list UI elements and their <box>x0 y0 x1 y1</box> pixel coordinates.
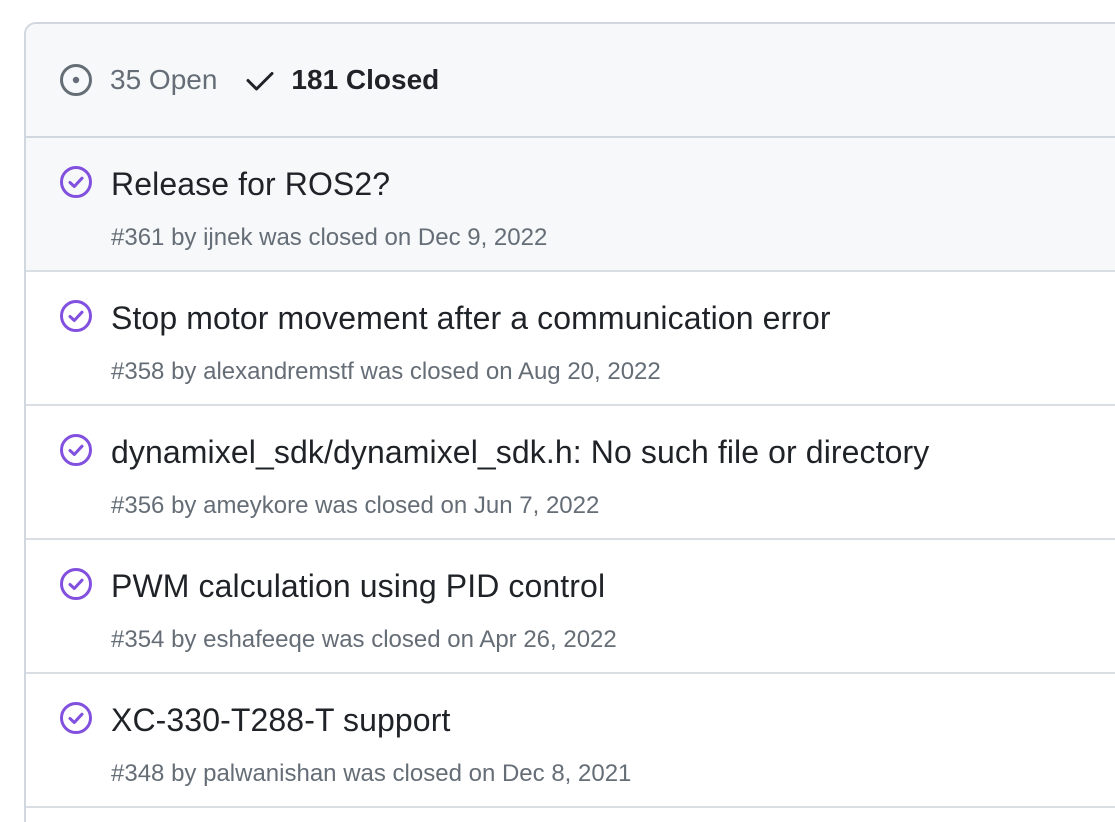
issue-title-link[interactable]: PWM calculation using PID control <box>111 568 605 605</box>
issue-by-text: by <box>171 492 197 519</box>
issue-title-link[interactable]: dynamixel_sdk/dynamixel_sdk.h: No such f… <box>111 434 929 471</box>
issue-number: #354 <box>111 626 165 653</box>
issue-by-text: by <box>171 626 197 653</box>
issue-by-text: by <box>171 760 197 787</box>
issue-closed-date: Apr 26, 2022 <box>479 626 617 653</box>
issue-closed-text: was closed on <box>259 224 412 251</box>
issue-number: #348 <box>111 760 165 787</box>
issue-closed-date: Jun 7, 2022 <box>473 492 600 519</box>
check-icon <box>245 65 275 95</box>
closed-issues-count: 181 Closed <box>291 64 440 95</box>
issue-row[interactable]: PWM calculation using PID control #354 b… <box>26 540 1115 674</box>
issue-row[interactable]: Release for ROS2? #361 by ijnek was clos… <box>26 138 1115 272</box>
issue-number: #361 <box>111 224 165 251</box>
issue-closed-date: Dec 8, 2021 <box>501 760 632 787</box>
issue-author-link[interactable]: ameykore <box>203 492 308 519</box>
issue-closed-icon <box>59 701 93 735</box>
issue-closed-text: was closed on <box>315 492 468 519</box>
issue-author-link[interactable]: alexandremstf <box>203 358 354 385</box>
issues-filter-header: 35 Open 181 Closed <box>26 24 1115 138</box>
issue-by-text: by <box>171 224 197 251</box>
issue-meta: #361 by ijnek was closed on Dec 9, 2022 <box>111 224 547 252</box>
issue-meta: #348 by palwanishan was closed on Dec 8,… <box>111 760 631 788</box>
issue-number: #356 <box>111 492 165 519</box>
issue-number: #358 <box>111 358 165 385</box>
issue-meta: #358 by alexandremstf was closed on Aug … <box>111 358 661 386</box>
issue-title-link[interactable]: Stop motor movement after a communicatio… <box>111 300 831 337</box>
issue-list: Release for ROS2? #361 by ijnek was clos… <box>26 138 1115 808</box>
issue-title-link[interactable]: Release for ROS2? <box>111 166 390 203</box>
issue-meta: #354 by eshafeeqe was closed on Apr 26, … <box>111 626 617 654</box>
issue-row[interactable]: dynamixel_sdk/dynamixel_sdk.h: No such f… <box>26 406 1115 540</box>
issue-closed-date: Aug 20, 2022 <box>517 358 661 385</box>
issue-closed-date: Dec 9, 2022 <box>417 224 548 251</box>
issue-closed-icon <box>59 299 93 333</box>
open-issues-count: 35 Open <box>110 64 218 95</box>
issue-title-link[interactable]: XC-330-T288-T support <box>111 702 450 739</box>
issue-meta: #356 by ameykore was closed on Jun 7, 20… <box>111 492 599 520</box>
issue-author-link[interactable]: ijnek <box>203 224 252 251</box>
issue-closed-icon <box>59 567 93 601</box>
issue-row[interactable]: Stop motor movement after a communicatio… <box>26 272 1115 406</box>
issue-row[interactable]: XC-330-T288-T support #348 by palwanisha… <box>26 674 1115 808</box>
open-issues-filter[interactable]: 35 Open <box>59 63 217 97</box>
issue-closed-icon <box>59 165 93 199</box>
issues-list-box: 35 Open 181 Closed Release for ROS2? #36… <box>24 22 1115 822</box>
closed-issues-filter[interactable]: 181 Closed <box>245 64 439 96</box>
issue-closed-text: was closed on <box>343 760 496 787</box>
issue-closed-text: was closed on <box>321 626 474 653</box>
issue-author-link[interactable]: eshafeeqe <box>203 626 315 653</box>
issue-by-text: by <box>171 358 197 385</box>
issue-author-link[interactable]: palwanishan <box>203 760 336 787</box>
issue-closed-icon <box>59 433 93 467</box>
issue-closed-text: was closed on <box>360 358 513 385</box>
issue-open-icon <box>59 63 93 97</box>
